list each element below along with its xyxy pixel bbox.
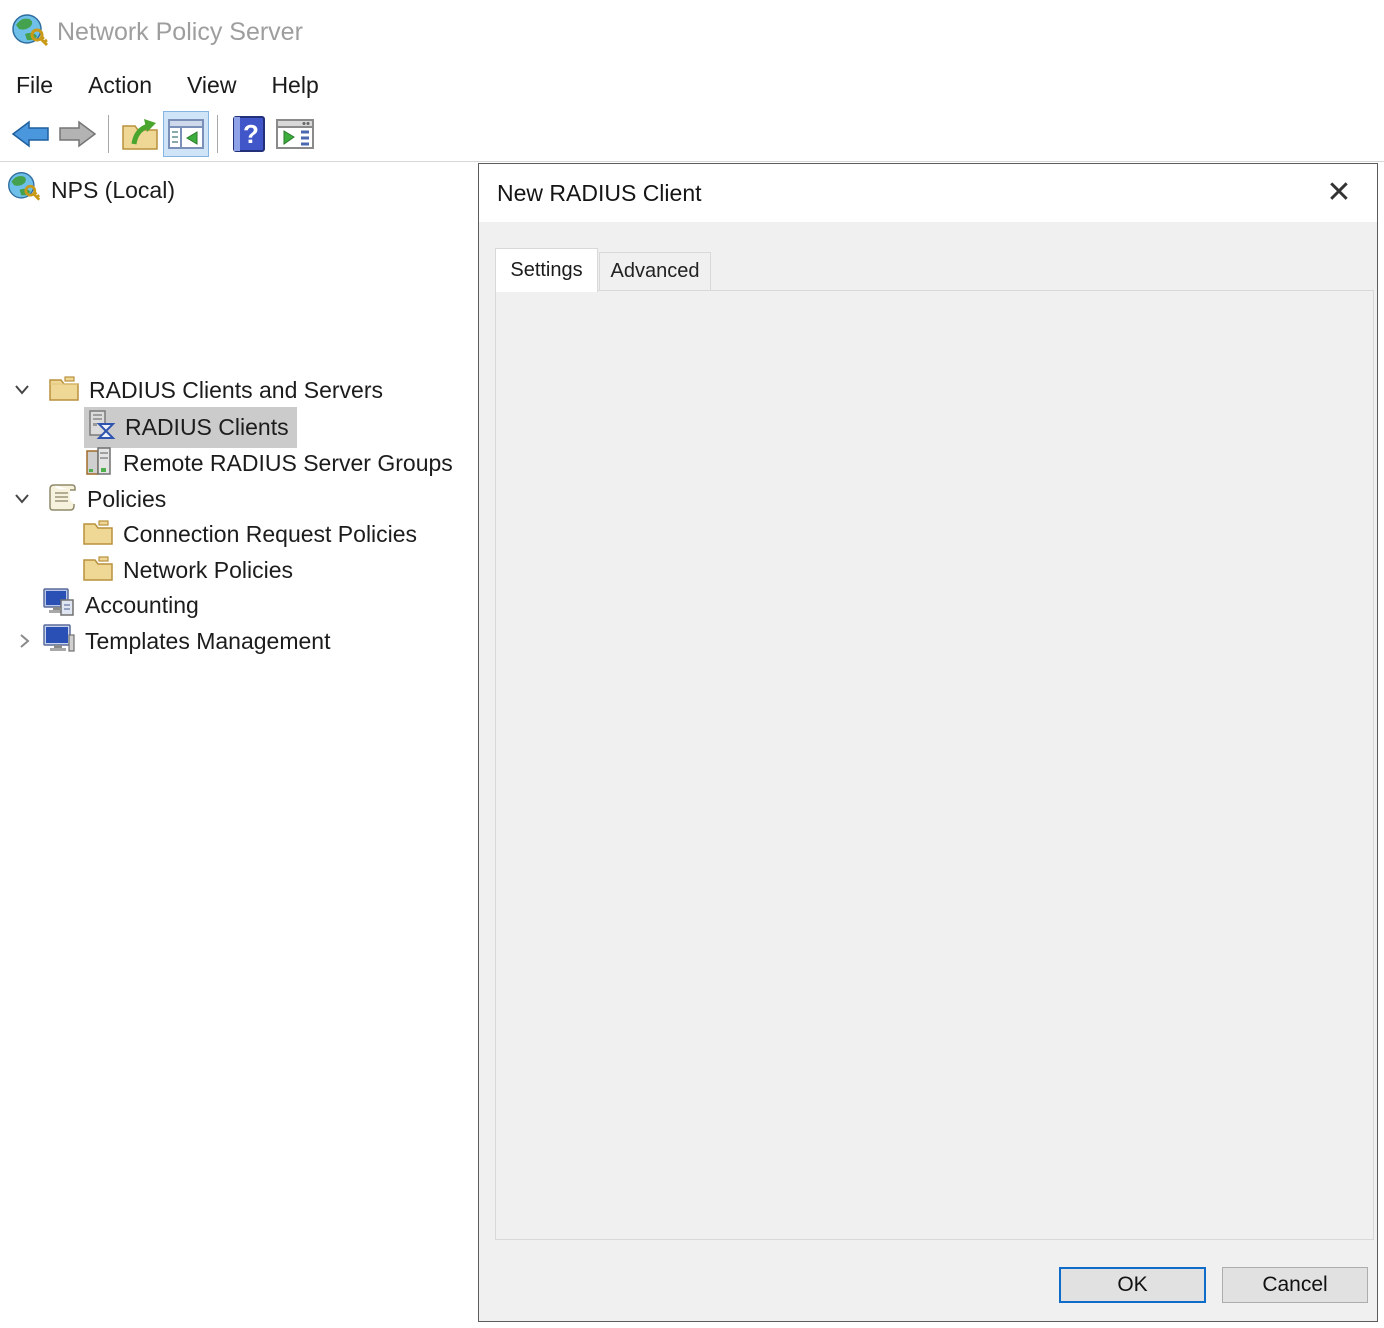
nps-app-icon: [10, 12, 50, 57]
toolbar: ?: [0, 106, 1384, 162]
window-titlebar: Network Policy Server: [0, 0, 1384, 64]
back-icon[interactable]: [8, 111, 54, 157]
app-title: Network Policy Server: [57, 18, 303, 47]
folder-icon: [82, 518, 114, 551]
dialog-title: New RADIUS Client: [497, 180, 702, 207]
tab-advanced[interactable]: Advanced: [599, 252, 711, 291]
radius-clients-icon: [86, 410, 116, 445]
tree-item-policies[interactable]: Policies: [46, 481, 166, 517]
tree-item-label: RADIUS Clients: [125, 414, 289, 441]
tree-item-connection-request-policies[interactable]: Connection Request Policies: [82, 516, 417, 552]
close-icon[interactable]: ✕: [1319, 173, 1359, 213]
tree-item-nps-local[interactable]: NPS (Local): [6, 172, 175, 208]
menu-action[interactable]: Action: [88, 72, 152, 99]
show-console-tree-icon[interactable]: [163, 111, 209, 157]
new-radius-client-dialog: New RADIUS Client ✕ Settings Advanced En…: [478, 163, 1378, 1322]
tree-item-label: Accounting: [85, 592, 199, 619]
toolbar-separator: [108, 115, 109, 153]
menu-file[interactable]: File: [16, 72, 53, 99]
tree-item-label: Policies: [87, 486, 166, 513]
templates-icon: [42, 623, 76, 660]
tree-item-network-policies[interactable]: Network Policies: [82, 552, 293, 588]
server-group-icon: [84, 446, 114, 481]
tree-item-radius-clients[interactable]: RADIUS Clients: [84, 409, 297, 445]
svg-text:?: ?: [243, 119, 259, 149]
tab-settings[interactable]: Settings: [495, 248, 598, 292]
show-action-pane-icon[interactable]: [272, 111, 318, 157]
help-icon[interactable]: ?: [226, 111, 272, 157]
tree-item-accounting[interactable]: Accounting: [42, 587, 199, 623]
globe-key-icon: [6, 170, 42, 211]
tree-item-label: Connection Request Policies: [123, 521, 417, 548]
toolbar-separator: [217, 115, 218, 153]
menu-bar: File Action View Help: [0, 64, 1384, 106]
forward-icon[interactable]: [54, 111, 100, 157]
dialog-titlebar: New RADIUS Client ✕: [479, 164, 1377, 222]
chevron-down-icon[interactable]: [12, 488, 32, 508]
menu-help[interactable]: Help: [271, 72, 318, 99]
tree-item-label: Remote RADIUS Server Groups: [123, 450, 453, 477]
chevron-down-icon[interactable]: [12, 379, 32, 399]
tree-item-label: Network Policies: [123, 557, 293, 584]
chevron-right-icon[interactable]: [14, 631, 34, 651]
accounting-icon: [42, 587, 76, 624]
tree-item-label: Templates Management: [85, 628, 330, 655]
tree-item-label: NPS (Local): [51, 177, 175, 204]
folder-icon: [82, 554, 114, 587]
tree-item-radius-clients-and-servers[interactable]: RADIUS Clients and Servers: [48, 372, 383, 408]
tree-item-remote-radius-server-groups[interactable]: Remote RADIUS Server Groups: [84, 445, 453, 481]
export-list-icon[interactable]: [117, 111, 163, 157]
settings-tab-page: [495, 290, 1374, 1240]
tree-item-templates-management[interactable]: Templates Management: [42, 623, 330, 659]
menu-view[interactable]: View: [187, 72, 236, 99]
console-tree: NPS (Local) RADIUS Clients and Servers R…: [0, 163, 478, 1328]
scroll-icon: [46, 482, 78, 517]
tree-item-label: RADIUS Clients and Servers: [89, 377, 383, 404]
cancel-button[interactable]: Cancel: [1222, 1267, 1368, 1303]
ok-button[interactable]: OK: [1059, 1267, 1206, 1303]
folder-icon: [48, 374, 80, 407]
